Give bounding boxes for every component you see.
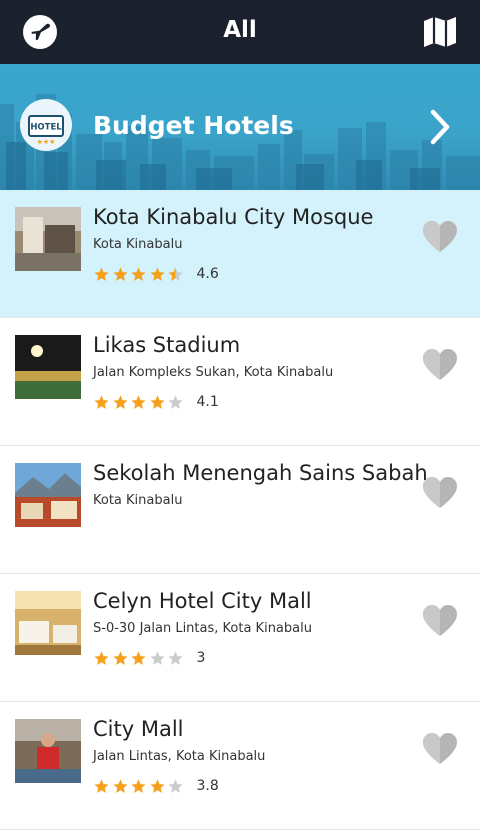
star-filled-icon — [112, 394, 128, 409]
star-half-icon — [168, 266, 183, 281]
star-filled-icon — [149, 394, 165, 409]
star-empty-icon — [168, 394, 183, 409]
place-address: Kota Kinabalu — [93, 493, 183, 508]
place-name: Sekolah Menengah Sains Sabah — [93, 461, 428, 485]
rating: 3.8 — [93, 776, 219, 796]
rating-value: 3.8 — [196, 778, 219, 794]
star-filled-icon — [94, 394, 109, 409]
star-rating — [93, 394, 186, 411]
rating-value: 4.6 — [196, 266, 219, 282]
favorite-heart-icon[interactable] — [422, 476, 458, 510]
star-filled-icon — [131, 266, 146, 281]
star-empty-icon — [149, 650, 165, 665]
star-filled-icon — [131, 778, 146, 793]
list-item[interactable]: Likas Stadium Jalan Kompleks Sukan, Kota… — [0, 318, 480, 446]
star-filled-icon — [149, 778, 165, 793]
place-name: City Mall — [93, 717, 184, 741]
star-filled-icon — [112, 266, 128, 281]
favorite-heart-icon[interactable] — [422, 604, 458, 638]
budget-hotels-banner[interactable]: HOTEL ★★★ Budget Hotels — [0, 64, 480, 190]
place-name: Celyn Hotel City Mall — [93, 589, 312, 613]
favorite-heart-icon[interactable] — [422, 348, 458, 382]
star-filled-icon — [94, 266, 109, 281]
star-filled-icon — [112, 650, 128, 665]
star-rating — [93, 266, 186, 283]
list-item[interactable]: Kota Kinabalu City Mosque Kota Kinabalu … — [0, 190, 480, 318]
svg-text:★★★: ★★★ — [37, 138, 56, 146]
star-rating — [93, 778, 186, 795]
rating: 3 — [93, 648, 205, 668]
place-name: Kota Kinabalu City Mosque — [93, 205, 374, 229]
place-thumbnail — [15, 591, 81, 655]
place-thumbnail — [15, 335, 81, 399]
list-item[interactable]: Celyn Hotel City Mall S-0-30 Jalan Linta… — [0, 574, 480, 702]
place-thumbnail — [15, 463, 81, 527]
rating: 4.6 — [93, 264, 219, 284]
favorite-heart-icon[interactable] — [422, 220, 458, 254]
star-filled-icon — [94, 650, 109, 665]
rating-value: 4.1 — [196, 394, 219, 410]
place-address: Kota Kinabalu — [93, 237, 183, 252]
place-address: S-0-30 Jalan Lintas, Kota Kinabalu — [93, 621, 312, 636]
star-rating — [93, 650, 186, 667]
place-thumbnail — [15, 207, 81, 271]
place-thumbnail — [15, 719, 81, 783]
star-filled-icon — [112, 778, 128, 793]
star-empty-icon — [168, 650, 183, 665]
star-filled-icon — [131, 394, 146, 409]
banner-title: Budget Hotels — [93, 111, 294, 140]
star-filled-icon — [131, 650, 146, 665]
place-address: Jalan Lintas, Kota Kinabalu — [93, 749, 266, 764]
favorite-heart-icon[interactable] — [422, 732, 458, 766]
map-icon[interactable] — [420, 12, 460, 52]
svg-text:HOTEL: HOTEL — [30, 123, 62, 133]
star-empty-icon — [168, 778, 183, 793]
places-list: Kota Kinabalu City Mosque Kota Kinabalu … — [0, 190, 480, 830]
star-filled-icon — [94, 778, 109, 793]
hotel-badge-icon: HOTEL ★★★ — [20, 99, 72, 151]
rating: 4.1 — [93, 392, 219, 412]
list-item[interactable]: City Mall Jalan Lintas, Kota Kinabalu 3.… — [0, 702, 480, 830]
rating-value: 3 — [196, 650, 206, 666]
top-bar: All — [0, 0, 480, 64]
place-name: Likas Stadium — [93, 333, 241, 357]
chevron-right-icon[interactable] — [428, 108, 452, 146]
place-address: Jalan Kompleks Sukan, Kota Kinabalu — [93, 365, 334, 380]
list-item[interactable]: Sekolah Menengah Sains Sabah Kota Kinaba… — [0, 446, 480, 574]
page-title: All — [223, 17, 257, 43]
star-filled-icon — [149, 266, 165, 281]
